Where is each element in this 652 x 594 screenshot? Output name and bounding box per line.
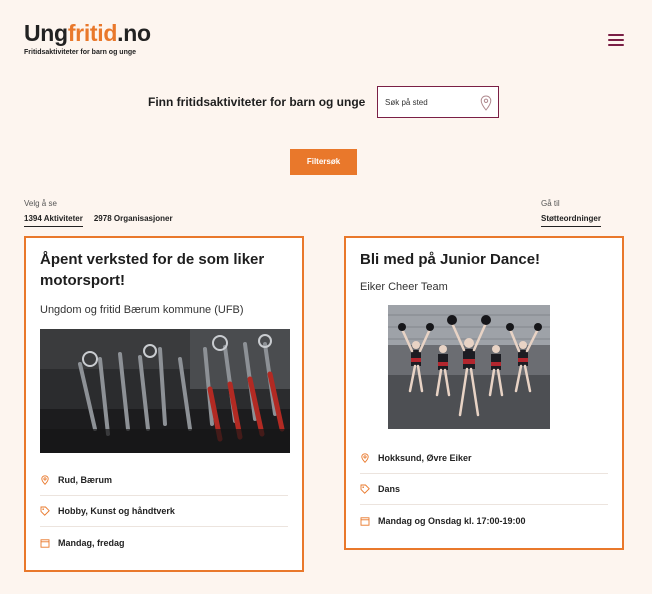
card-location-row: Hokksund, Øvre Eiker	[360, 443, 608, 474]
view-tabs: 1394 Aktiviteter 2978 Organisasjoner	[24, 214, 184, 227]
filter-search-button[interactable]: Filtersøk	[290, 149, 357, 175]
card-location-row: Rud, Bærum	[40, 465, 288, 496]
logo-tagline: Fritidsaktiviteter for barn og unge	[24, 49, 137, 56]
activity-card[interactable]: Bli med på Junior Dance! Eiker Cheer Tea…	[344, 236, 624, 550]
search-row: Finn fritidsaktiviteter for barn og unge	[0, 86, 652, 118]
card-image-tools	[40, 329, 290, 453]
view-select-label: Velg å se	[24, 199, 57, 208]
map-pin-icon	[361, 453, 369, 463]
logo-wordmark: Ungfritid.no	[24, 20, 151, 46]
card-category-row: Dans	[360, 474, 608, 505]
tab-activities[interactable]: 1394 Aktiviteter	[24, 214, 83, 227]
hamburger-menu-button[interactable]	[608, 34, 624, 46]
card-schedule-row: Mandag og Onsdag kl. 17:00-19:00	[360, 505, 608, 536]
card-organizer: Ungdom og fritid Bærum kommune (UFB)	[40, 304, 244, 316]
card-title[interactable]: Åpent verksted for de som liker motorspo…	[40, 249, 296, 291]
calendar-icon	[360, 516, 370, 526]
activity-card[interactable]: Åpent verksted for de som liker motorspo…	[24, 236, 304, 572]
card-category-row: Hobby, Kunst og håndtverk	[40, 496, 288, 527]
hamburger-icon	[608, 34, 624, 36]
tag-icon	[40, 506, 50, 516]
map-pin-icon[interactable]	[480, 95, 492, 111]
tab-organizations[interactable]: 2978 Organisasjoner	[94, 214, 173, 227]
support-schemes-link[interactable]: Støtteordninger	[541, 214, 601, 227]
card-schedule: Mandag og Onsdag kl. 17:00-19:00	[378, 515, 526, 526]
card-location: Rud, Bærum	[58, 475, 112, 485]
location-search-input[interactable]	[385, 95, 475, 109]
card-location: Hokksund, Øvre Eiker	[378, 453, 472, 463]
card-image-dance-team	[388, 305, 550, 429]
card-schedule: Mandag, fredag	[58, 537, 125, 548]
location-search-box[interactable]	[377, 86, 499, 118]
goto-label: Gå til	[541, 199, 560, 208]
site-logo[interactable]: Ungfritid.no Fritidsaktiviteter for barn…	[24, 20, 151, 56]
map-pin-icon	[41, 475, 49, 485]
tag-icon	[360, 484, 370, 494]
card-title[interactable]: Bli med på Junior Dance!	[360, 249, 616, 270]
card-category: Hobby, Kunst og håndtverk	[58, 506, 175, 516]
calendar-icon	[40, 538, 50, 548]
card-schedule-row: Mandag, fredag	[40, 527, 288, 558]
card-category: Dans	[378, 484, 401, 494]
card-organizer: Eiker Cheer Team	[360, 281, 448, 293]
search-heading: Finn fritidsaktiviteter for barn og unge	[148, 95, 366, 109]
